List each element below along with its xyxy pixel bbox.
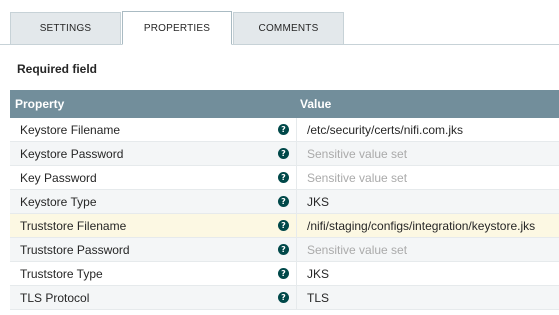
column-divider bbox=[296, 286, 297, 309]
column-divider bbox=[296, 238, 297, 261]
property-name: Truststore Password bbox=[20, 243, 130, 257]
tab-properties[interactable]: PROPERTIES bbox=[122, 11, 232, 45]
property-name: Keystore Password bbox=[20, 147, 124, 161]
tab-comments[interactable]: COMMENTS bbox=[233, 12, 344, 44]
property-value[interactable]: TLS bbox=[307, 291, 329, 305]
help-icon[interactable]: ? bbox=[278, 172, 289, 183]
table-row[interactable]: Truststore Filename ? /nifi/staging/conf… bbox=[10, 214, 559, 238]
table-header: Property Value bbox=[10, 90, 559, 118]
property-name: TLS Protocol bbox=[20, 291, 90, 305]
column-divider bbox=[296, 118, 297, 141]
property-name: Keystore Type bbox=[20, 195, 97, 209]
help-icon[interactable]: ? bbox=[278, 148, 289, 159]
table-row[interactable]: Key Password ? Sensitive value set bbox=[10, 166, 559, 190]
column-divider bbox=[296, 262, 297, 285]
tab-settings[interactable]: SETTINGS bbox=[10, 12, 121, 44]
column-divider bbox=[296, 142, 297, 165]
column-header-property[interactable]: Property bbox=[15, 97, 64, 111]
help-icon[interactable]: ? bbox=[278, 292, 289, 303]
property-value[interactable]: JKS bbox=[307, 267, 329, 281]
table-row[interactable]: Truststore Type ? JKS bbox=[10, 262, 559, 286]
table-row[interactable]: TLS Protocol ? TLS bbox=[10, 286, 559, 310]
help-icon[interactable]: ? bbox=[278, 220, 289, 231]
property-value[interactable]: /nifi/staging/configs/integration/keysto… bbox=[307, 219, 535, 233]
property-value[interactable]: Sensitive value set bbox=[307, 243, 407, 257]
column-divider bbox=[296, 190, 297, 213]
column-header-value[interactable]: Value bbox=[300, 97, 331, 111]
column-divider bbox=[296, 214, 297, 237]
property-name: Truststore Type bbox=[20, 267, 103, 281]
property-value[interactable]: Sensitive value set bbox=[307, 147, 407, 161]
property-value[interactable]: JKS bbox=[307, 195, 329, 209]
table-row[interactable]: Truststore Password ? Sensitive value se… bbox=[10, 238, 559, 262]
help-icon[interactable]: ? bbox=[278, 196, 289, 207]
property-value[interactable]: Sensitive value set bbox=[307, 171, 407, 185]
properties-table: Property Value Keystore Filename ? /etc/… bbox=[10, 90, 559, 310]
column-divider bbox=[296, 166, 297, 189]
help-icon[interactable]: ? bbox=[278, 124, 289, 135]
required-field-label: Required field bbox=[17, 62, 98, 76]
help-icon[interactable]: ? bbox=[278, 244, 289, 255]
tab-divider bbox=[0, 44, 559, 45]
tab-bar: SETTINGS PROPERTIES COMMENTS bbox=[0, 0, 559, 45]
property-name: Truststore Filename bbox=[20, 219, 127, 233]
property-name: Keystore Filename bbox=[20, 123, 121, 137]
property-value[interactable]: /etc/security/certs/nifi.com.jks bbox=[307, 123, 463, 137]
table-row[interactable]: Keystore Filename ? /etc/security/certs/… bbox=[10, 118, 559, 142]
table-row[interactable]: Keystore Type ? JKS bbox=[10, 190, 559, 214]
property-name: Key Password bbox=[20, 171, 97, 185]
help-icon[interactable]: ? bbox=[278, 268, 289, 279]
table-row[interactable]: Keystore Password ? Sensitive value set bbox=[10, 142, 559, 166]
